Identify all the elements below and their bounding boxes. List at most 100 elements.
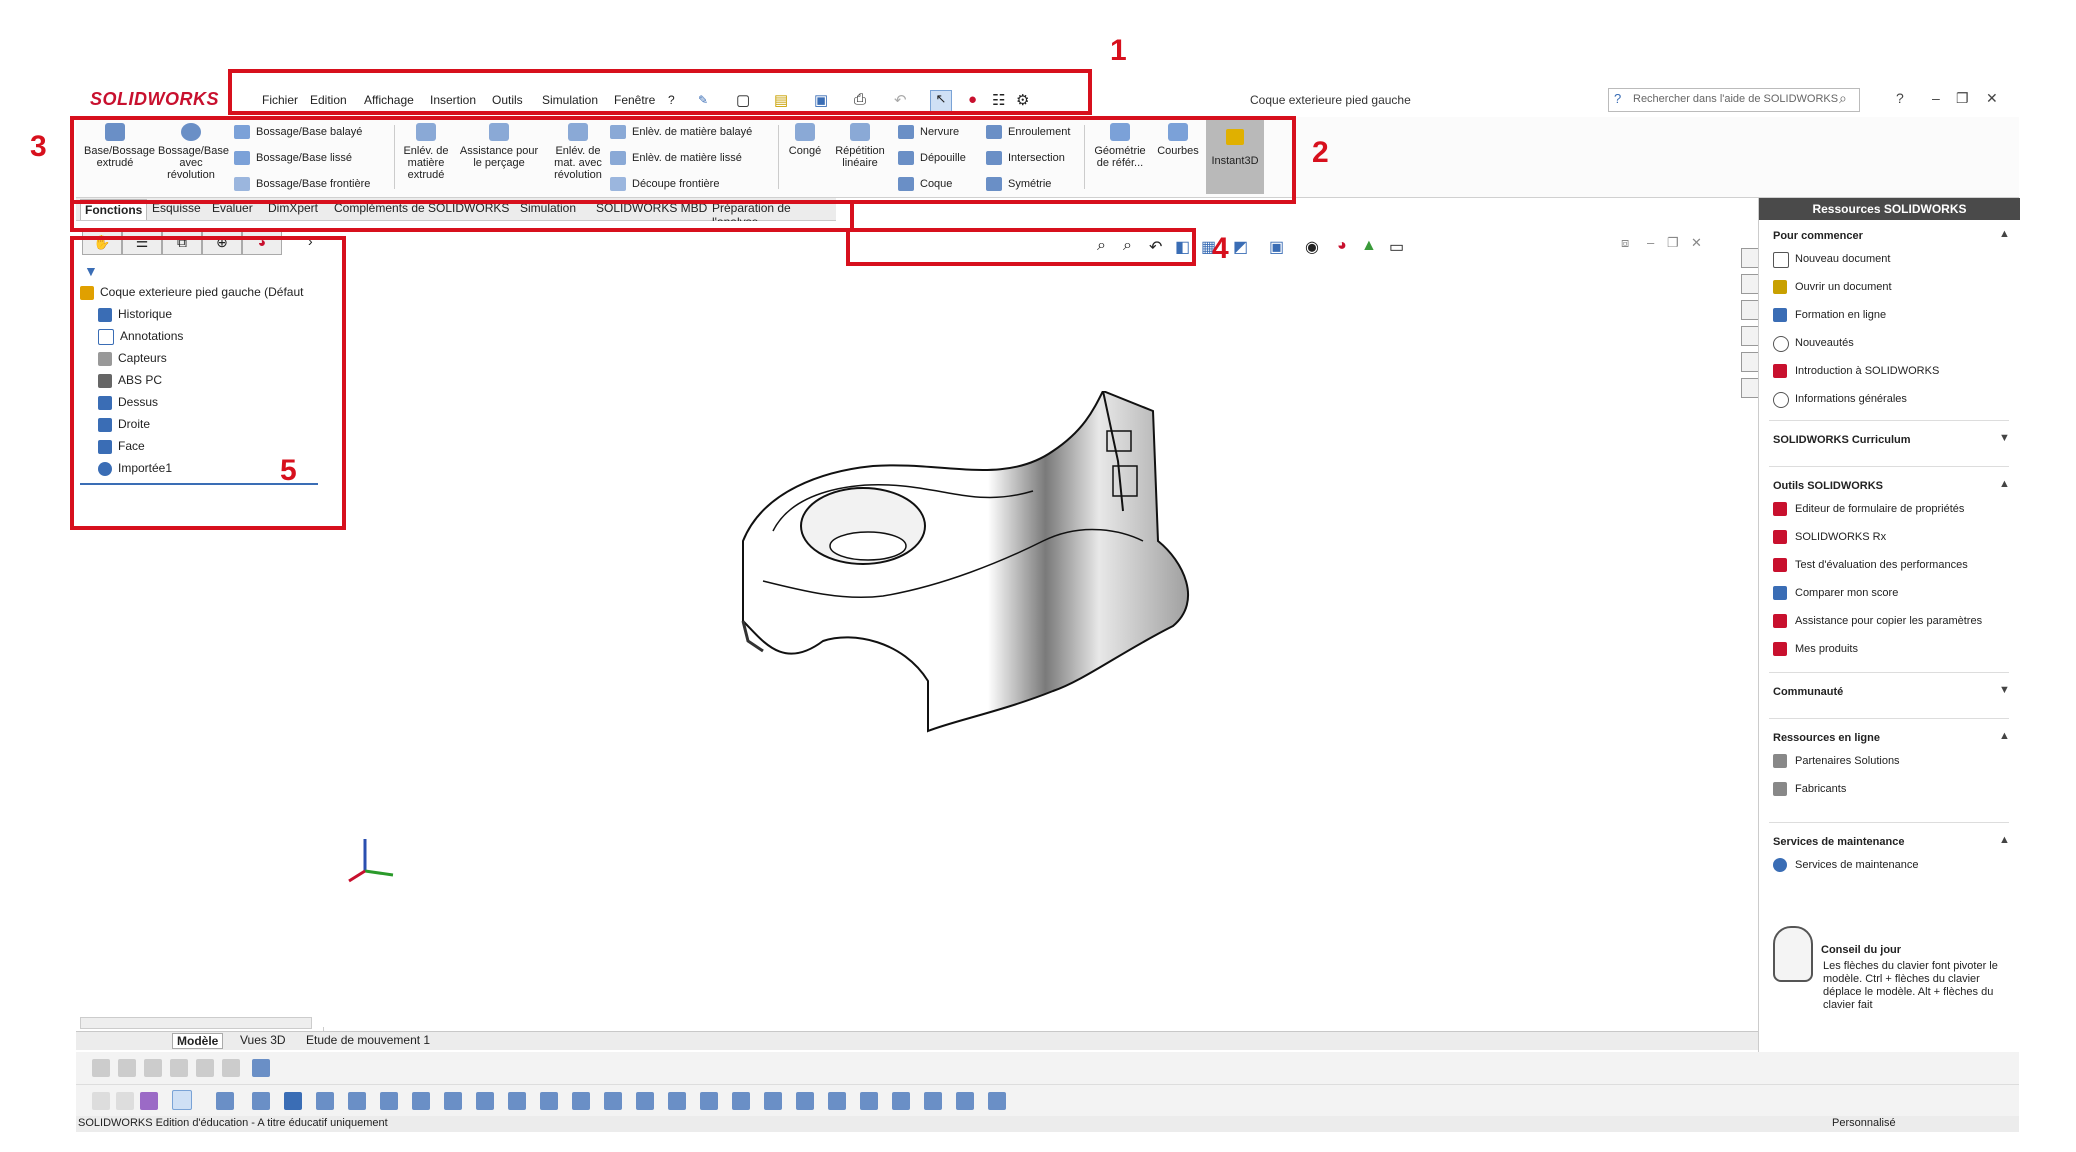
filter-tool-icon[interactable] — [572, 1092, 590, 1110]
filter-tool-icon[interactable] — [140, 1092, 158, 1110]
chevron-up-icon[interactable]: ▲ — [1999, 228, 2010, 240]
chevron-up-icon[interactable]: ▲ — [1999, 478, 2010, 490]
annotation-box-2 — [70, 116, 1296, 204]
link-mes-produits[interactable]: Mes produits — [1795, 643, 1858, 655]
filter-tool-icon[interactable] — [508, 1092, 526, 1110]
display-style-icon[interactable]: ▣ — [1269, 237, 1284, 257]
link-test-evaluation[interactable]: Test d'évaluation des performances — [1795, 559, 1968, 571]
filter-tool-icon[interactable] — [732, 1092, 750, 1110]
graphics-area[interactable]: ⌕ ⌕ ↶ ◧ ▦ ◩ ▣ ◉ ◕ ▲ ▭ ⧈ – ❐ ✕ — [323, 221, 1758, 1027]
new-document-icon — [1773, 252, 1789, 268]
restore-icon[interactable]: ❐ — [1956, 90, 1969, 107]
close-icon[interactable]: ✕ — [1986, 90, 1998, 107]
sketch-tool-icon[interactable] — [92, 1059, 110, 1077]
section-pour-commencer[interactable]: Pour commencer — [1773, 230, 1863, 242]
filter-tool-icon[interactable] — [444, 1092, 462, 1110]
view-orientation-icon[interactable]: ◩ — [1233, 237, 1248, 257]
help-search-input[interactable]: ? Rechercher dans l'aide de SOLIDWORKS ⌕ — [1608, 88, 1860, 112]
smart-dimension-icon[interactable] — [252, 1059, 270, 1077]
3d-model-coque[interactable] — [703, 391, 1263, 771]
filter-tool-icon[interactable] — [860, 1092, 878, 1110]
section-outils[interactable]: Outils SOLIDWORKS — [1773, 480, 1883, 492]
link-copier-parametres[interactable]: Assistance pour copier les paramètres — [1795, 615, 1982, 627]
chevron-down-icon[interactable]: ▼ — [1999, 432, 2010, 444]
link-comparer-score[interactable]: Comparer mon score — [1795, 587, 1898, 599]
filter-tool-icon[interactable] — [252, 1092, 270, 1110]
tab-etude-mouvement[interactable]: Etude de mouvement 1 — [306, 1033, 430, 1047]
help-menu-icon[interactable]: ? — [1896, 90, 1904, 106]
filter-tool-icon[interactable] — [956, 1092, 974, 1110]
horizontal-scrollbar[interactable] — [80, 1017, 312, 1029]
search-icon[interactable]: ⌕ — [1839, 90, 1847, 107]
edit-appearance-icon[interactable]: ◕ — [1337, 237, 1347, 255]
view-settings-icon[interactable]: ▭ — [1389, 237, 1404, 257]
filter-tool-icon[interactable] — [380, 1092, 398, 1110]
link-informations[interactable]: Informations générales — [1795, 393, 1907, 405]
tab-vues-3d[interactable]: Vues 3D — [240, 1033, 286, 1047]
manufacturers-icon — [1773, 782, 1787, 796]
viewport-restore-icon[interactable]: ❐ — [1667, 235, 1679, 251]
minimize-icon[interactable]: – — [1932, 90, 1940, 106]
filter-tool-icon[interactable] — [668, 1092, 686, 1110]
filter-tool-icon[interactable] — [116, 1092, 134, 1110]
select-cursor-icon[interactable] — [172, 1090, 192, 1110]
performance-benchmark-icon — [1773, 558, 1787, 572]
filter-tool-icon[interactable] — [828, 1092, 846, 1110]
solidworks-logo: SOLIDWORKS — [90, 89, 219, 109]
filter-tool-icon[interactable] — [796, 1092, 814, 1110]
chevron-down-icon[interactable]: ▼ — [1999, 684, 2010, 696]
link-formation[interactable]: Formation en ligne — [1795, 309, 1886, 321]
viewport-minimize-icon[interactable]: – — [1647, 235, 1654, 250]
filter-tool-icon[interactable] — [700, 1092, 718, 1110]
filter-tool-icon[interactable] — [892, 1092, 910, 1110]
status-text: SOLIDWORKS Edition d'éducation - A titre… — [78, 1117, 388, 1129]
sketch-tool-icon[interactable] — [144, 1059, 162, 1077]
sketch-tool-icon[interactable] — [118, 1059, 136, 1077]
filter-tool-icon[interactable] — [316, 1092, 334, 1110]
hide-show-items-icon[interactable]: ◉ — [1305, 237, 1319, 257]
section-curriculum[interactable]: SOLIDWORKS Curriculum — [1773, 434, 1911, 446]
link-services-maintenance[interactable]: Services de maintenance — [1795, 859, 1919, 871]
apply-scene-icon[interactable]: ▲ — [1361, 237, 1377, 255]
viewport-split-icon[interactable]: ⧈ — [1621, 235, 1629, 251]
section-ressources[interactable]: Ressources en ligne — [1773, 732, 1880, 744]
section-services[interactable]: Services de maintenance — [1773, 836, 1904, 848]
filter-tool-icon[interactable] — [764, 1092, 782, 1110]
link-fabricants[interactable]: Fabricants — [1795, 783, 1846, 795]
link-partenaires[interactable]: Partenaires Solutions — [1795, 755, 1900, 767]
whats-new-icon — [1773, 336, 1789, 352]
filter-tool-icon[interactable] — [924, 1092, 942, 1110]
link-nouveau-document[interactable]: Nouveau document — [1795, 253, 1890, 265]
link-introduction[interactable]: Introduction à SOLIDWORKS — [1795, 365, 1939, 377]
chevron-up-icon[interactable]: ▲ — [1999, 730, 2010, 742]
tab-modele[interactable]: Modèle — [172, 1033, 224, 1049]
coordinate-triad-icon — [348, 839, 394, 883]
filter-tool-icon[interactable] — [476, 1092, 494, 1110]
online-training-icon — [1773, 308, 1787, 322]
divider — [1769, 672, 2009, 673]
filter-tool-icon[interactable] — [92, 1092, 110, 1110]
task-pane: Ressources SOLIDWORKS Pour commencer ▲ N… — [1758, 198, 2020, 1093]
filter-tool-icon[interactable] — [636, 1092, 654, 1110]
filter-tool-icon[interactable] — [412, 1092, 430, 1110]
sketch-tool-icon[interactable] — [196, 1059, 214, 1077]
divider — [1769, 718, 2009, 719]
filter-tool-icon[interactable] — [604, 1092, 622, 1110]
section-communaute[interactable]: Communauté — [1773, 686, 1843, 698]
chevron-up-icon[interactable]: ▲ — [1999, 834, 2010, 846]
units-selector[interactable]: Personnalisé — [1832, 1117, 1896, 1129]
filter-tool-icon[interactable] — [284, 1092, 302, 1110]
sketch-tool-icon[interactable] — [170, 1059, 188, 1077]
link-solidworks-rx[interactable]: SOLIDWORKS Rx — [1795, 531, 1886, 543]
viewport-close-icon[interactable]: ✕ — [1691, 235, 1702, 251]
link-editeur-formulaire[interactable]: Editeur de formulaire de propriétés — [1795, 503, 1964, 515]
filter-tool-icon[interactable] — [988, 1092, 1006, 1110]
search-placeholder: Rechercher dans l'aide de SOLIDWORKS — [1633, 93, 1839, 105]
filter-tool-icon[interactable] — [348, 1092, 366, 1110]
sketch-tool-icon[interactable] — [222, 1059, 240, 1077]
selection-filter-toolbar — [76, 1084, 2019, 1117]
filter-tool-icon[interactable] — [540, 1092, 558, 1110]
link-ouvrir-document[interactable]: Ouvrir un document — [1795, 281, 1892, 293]
link-nouveautes[interactable]: Nouveautés — [1795, 337, 1854, 349]
filter-tool-icon[interactable] — [216, 1092, 234, 1110]
